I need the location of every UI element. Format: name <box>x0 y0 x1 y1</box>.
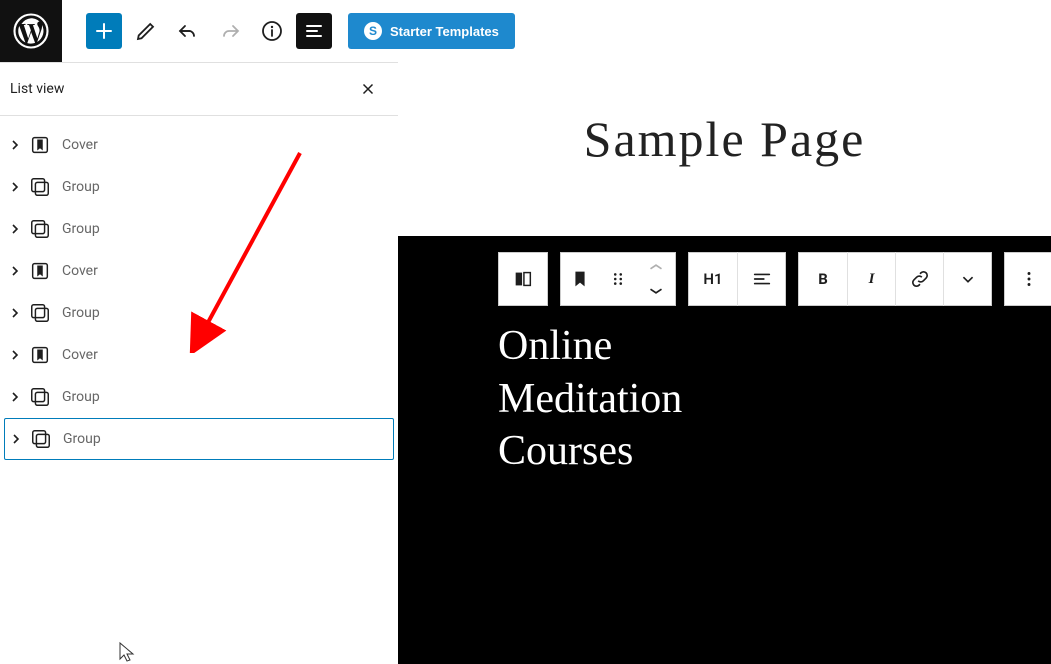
main-area: List view CoverGroupGroupCoverGroupCover… <box>0 62 1051 664</box>
block-label: Group <box>63 431 101 447</box>
list-view-title: List view <box>10 81 64 97</box>
add-block-button[interactable] <box>86 13 122 49</box>
tree-row-group[interactable]: Group <box>4 376 394 418</box>
close-icon <box>359 80 377 98</box>
wordpress-logo-button[interactable] <box>0 0 62 62</box>
list-view-panel: List view CoverGroupGroupCoverGroupCover… <box>0 62 398 664</box>
tree-row-cover[interactable]: Cover <box>4 334 394 376</box>
heading-level-label: H1 <box>703 270 722 288</box>
select-parent-button[interactable] <box>499 252 547 306</box>
cover-block-icon <box>28 343 52 367</box>
info-icon <box>260 19 284 43</box>
tree-row-group[interactable]: Group <box>4 418 394 460</box>
block-label: Group <box>62 221 100 237</box>
group-block-icon <box>28 385 52 409</box>
plus-icon <box>92 19 116 43</box>
block-label: Cover <box>62 347 98 363</box>
link-icon <box>909 268 931 290</box>
chevron-right-icon[interactable] <box>8 266 22 276</box>
chevron-right-icon[interactable] <box>8 350 22 360</box>
text-align-button[interactable] <box>737 252 785 306</box>
cursor-icon <box>118 641 138 663</box>
bold-button[interactable]: B <box>799 252 847 306</box>
tree-row-group[interactable]: Group <box>4 166 394 208</box>
more-formatting-button[interactable] <box>943 252 991 306</box>
bold-label: B <box>818 270 828 288</box>
cover-block-icon <box>28 133 52 157</box>
block-label: Group <box>62 305 100 321</box>
editor-canvas: Sample Page H1 <box>398 62 1051 664</box>
tree-row-group[interactable]: Group <box>4 208 394 250</box>
starter-templates-icon: S <box>364 22 382 40</box>
chevron-up-icon <box>645 256 667 278</box>
chevron-right-icon[interactable] <box>8 392 22 402</box>
block-type-button[interactable] <box>561 252 599 306</box>
chevron-right-icon[interactable] <box>8 140 22 150</box>
starter-templates-label: Starter Templates <box>390 24 499 39</box>
tree-row-cover[interactable]: Cover <box>4 124 394 166</box>
block-label: Group <box>62 179 100 195</box>
group-block-icon <box>29 427 53 451</box>
link-button[interactable] <box>895 252 943 306</box>
chevron-right-icon[interactable] <box>8 224 22 234</box>
block-label: Cover <box>62 137 98 153</box>
cover-heading[interactable]: OnlineMeditationCourses <box>498 320 682 478</box>
italic-button[interactable]: I <box>847 252 895 306</box>
italic-label: I <box>869 271 875 288</box>
move-block-button[interactable] <box>637 252 675 306</box>
block-toolbar-segment-2 <box>560 252 676 306</box>
block-label: Cover <box>62 263 98 279</box>
block-toolbar-segment-4: B I <box>798 252 992 306</box>
list-view-header: List view <box>0 63 398 116</box>
toolbar-buttons: S Starter Templates <box>62 13 515 49</box>
heading-level-button[interactable]: H1 <box>689 252 737 306</box>
group-block-icon <box>28 175 52 199</box>
page-title[interactable]: Sample Page <box>398 62 1051 196</box>
drag-icon <box>607 268 629 290</box>
list-view-toggle-button[interactable] <box>296 13 332 49</box>
starter-templates-button[interactable]: S Starter Templates <box>348 13 515 49</box>
edit-mode-button[interactable] <box>128 13 164 49</box>
redo-button[interactable] <box>212 13 248 49</box>
editor-toolbar: S Starter Templates <box>0 0 1051 62</box>
pencil-icon <box>134 19 158 43</box>
wordpress-icon <box>13 13 49 49</box>
block-toolbar-segment-3: H1 <box>688 252 786 306</box>
undo-button[interactable] <box>170 13 206 49</box>
align-left-icon <box>751 268 773 290</box>
group-block-icon <box>28 217 52 241</box>
block-toolbar-segment-1 <box>498 252 548 306</box>
chevron-down-icon <box>957 268 979 290</box>
bookmark-icon <box>569 268 591 290</box>
block-options-button[interactable] <box>1005 252 1051 306</box>
group-block-icon <box>28 301 52 325</box>
chevron-right-icon[interactable] <box>9 434 23 444</box>
drag-handle[interactable] <box>599 252 637 306</box>
chevron-right-icon[interactable] <box>8 182 22 192</box>
block-toolbar: H1 B I <box>498 252 1051 306</box>
chevron-right-icon[interactable] <box>8 308 22 318</box>
block-tree: Cover Group Group Cover Group Cover Group Group <box>0 116 398 468</box>
redo-icon <box>218 19 242 43</box>
close-list-view-button[interactable] <box>356 77 380 101</box>
chevron-down-icon <box>645 280 667 302</box>
block-toolbar-segment-5 <box>1004 252 1051 306</box>
block-label: Group <box>62 389 100 405</box>
more-vertical-icon <box>1018 268 1040 290</box>
columns-icon <box>512 268 534 290</box>
list-view-icon <box>302 19 326 43</box>
cover-block-icon <box>28 259 52 283</box>
tree-row-cover[interactable]: Cover <box>4 250 394 292</box>
undo-icon <box>176 19 200 43</box>
tree-row-group[interactable]: Group <box>4 292 394 334</box>
info-button[interactable] <box>254 13 290 49</box>
